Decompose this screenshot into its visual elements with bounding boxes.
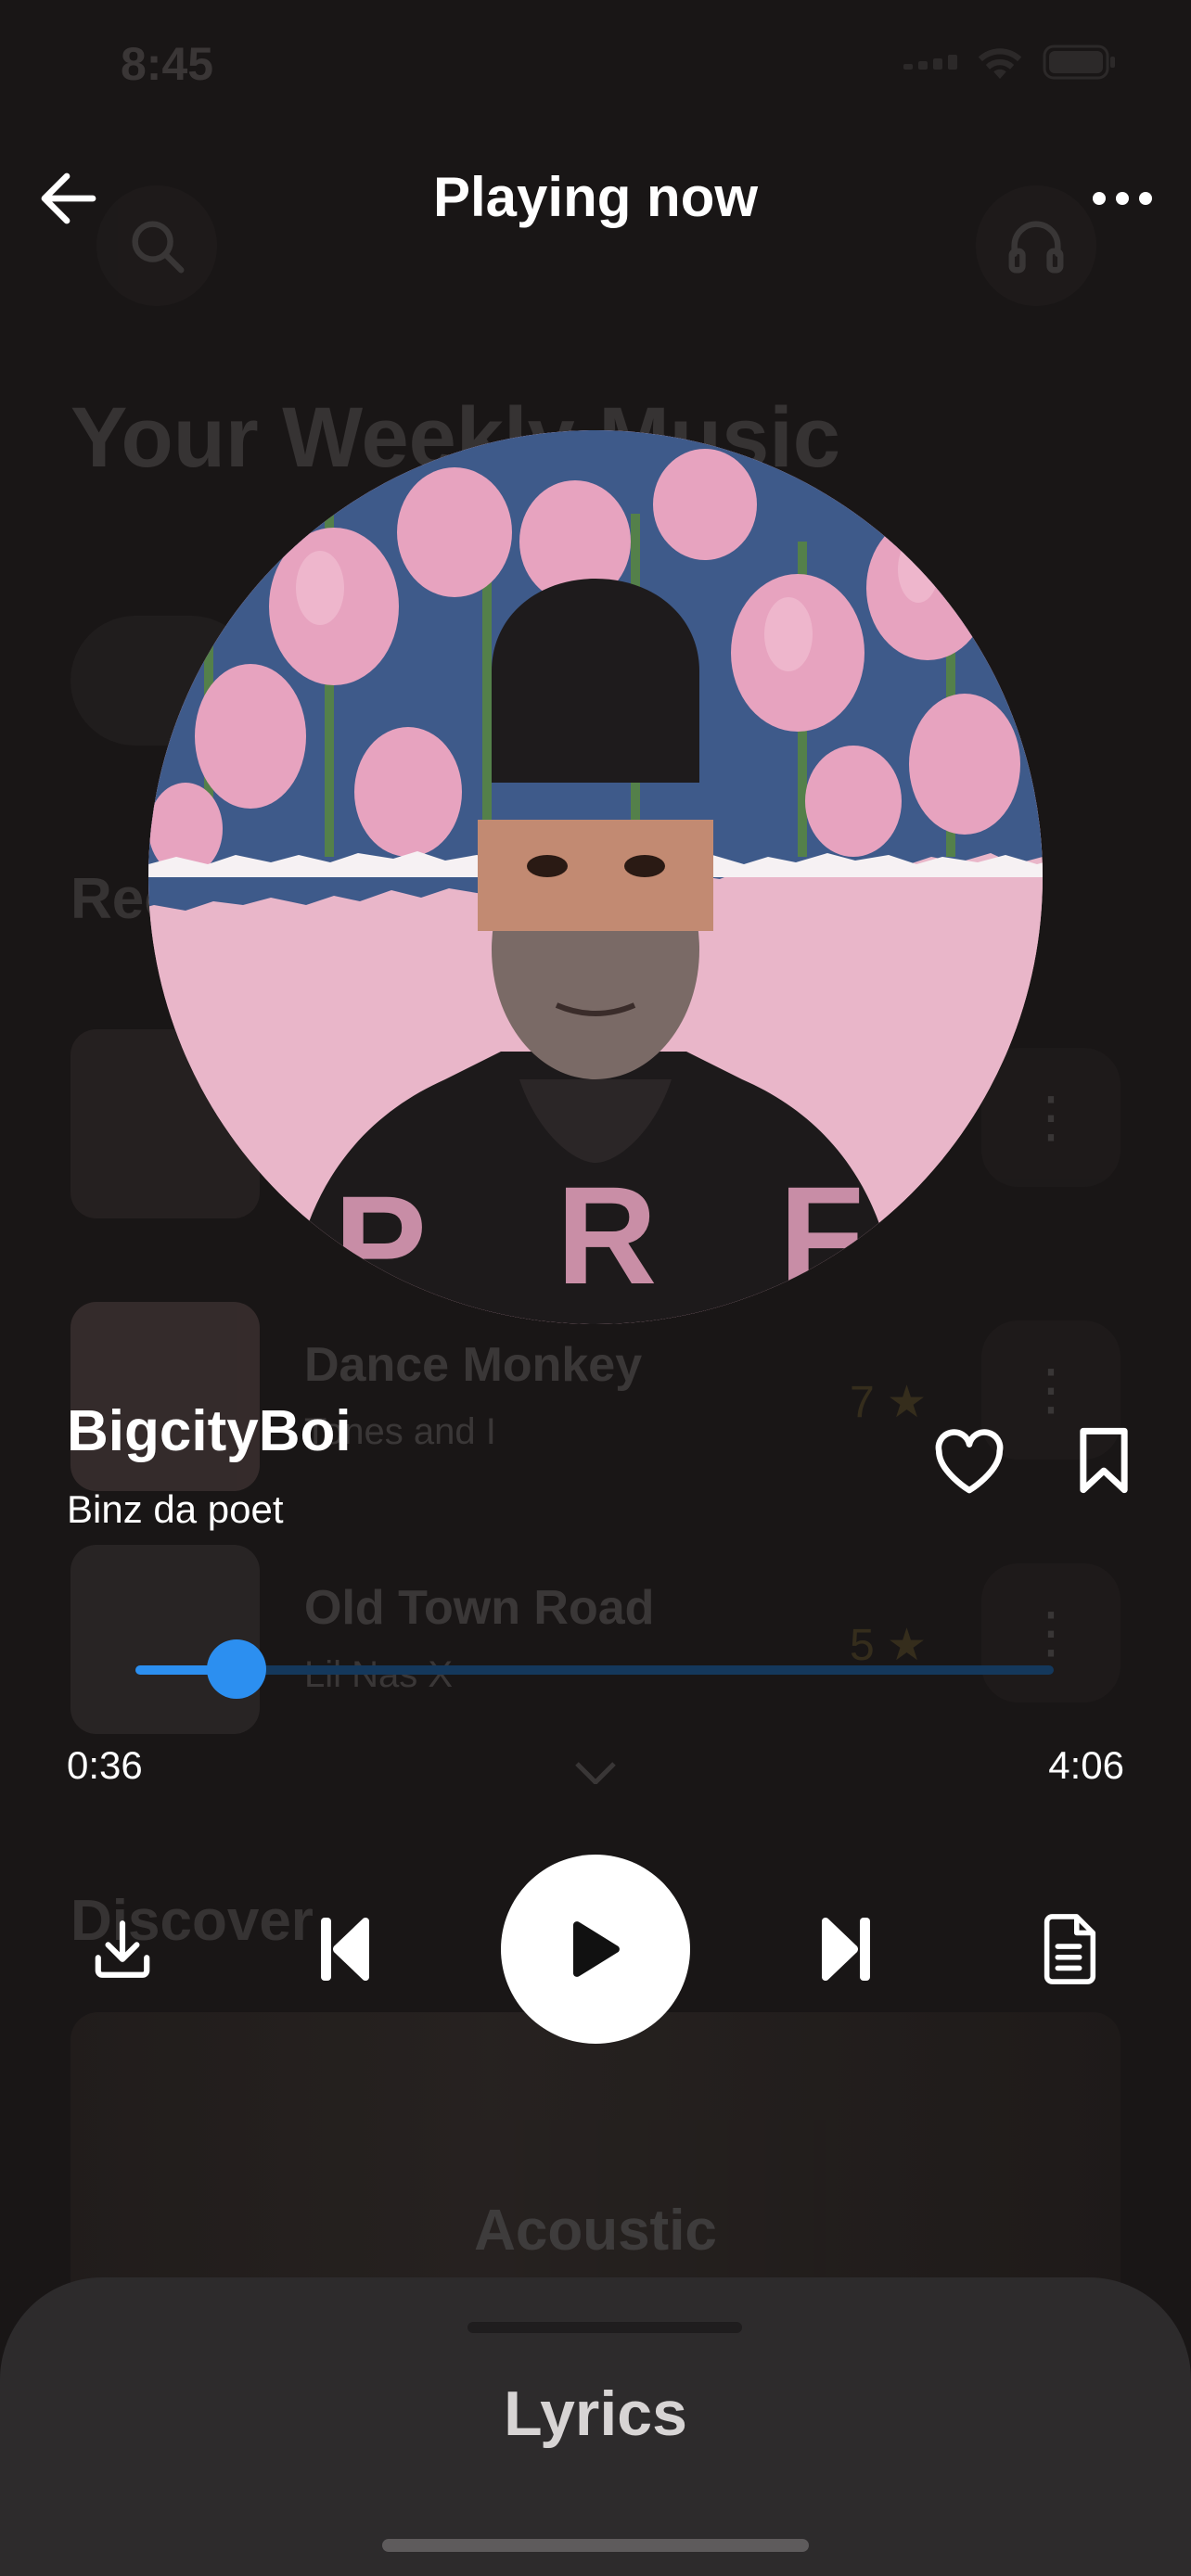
track-title: BigcityBoi: [67, 1399, 352, 1463]
svg-text:R: R: [557, 1157, 657, 1313]
rating-value: 5: [850, 1621, 875, 1670]
status-time: 8:45: [121, 38, 214, 90]
more-options-button[interactable]: [1085, 163, 1159, 234]
progress-slider[interactable]: [135, 1639, 1054, 1699]
next-button[interactable]: [809, 1910, 881, 1988]
svg-text:F: F: [779, 1157, 864, 1313]
chevron-down-icon: [575, 1762, 616, 1784]
skip-previous-icon: [321, 1918, 369, 1981]
status-icons: [903, 45, 1117, 80]
battery-icon: [1043, 45, 1115, 80]
elapsed-time: 0:36: [67, 1743, 143, 1787]
previous-button[interactable]: [310, 1910, 382, 1988]
progress-track: [135, 1665, 1054, 1675]
total-time: 4:06: [1048, 1743, 1124, 1787]
download-icon: [95, 1920, 150, 1978]
progress-thumb[interactable]: [206, 1639, 266, 1699]
more-vertical-icon: ⋮: [981, 1563, 1121, 1702]
album-cover-image: P R F: [148, 430, 1043, 1324]
background-row-title: Old Town Road: [304, 1581, 655, 1635]
rating-value: 7: [850, 1378, 875, 1427]
background-row-rating: 7 ★: [850, 1376, 927, 1428]
svg-text:P: P: [334, 1167, 427, 1322]
wifi-icon: [978, 48, 1022, 79]
background-banner-label: Acoustic: [474, 2199, 717, 2263]
heart-icon: [935, 1429, 1004, 1494]
album-art: P R F: [148, 430, 1043, 1324]
page-title: Playing now: [432, 166, 759, 228]
download-button[interactable]: [83, 1910, 161, 1988]
skip-next-icon: [822, 1918, 870, 1981]
header: Playing now: [0, 148, 1191, 250]
lyrics-button[interactable]: [1031, 1910, 1106, 1988]
star-icon: ★: [887, 1621, 928, 1670]
play-button[interactable]: [501, 1855, 690, 2044]
status-bar: 8:45: [0, 0, 1191, 130]
track-artist: Binz da poet: [67, 1487, 284, 1531]
home-indicator: [382, 2539, 809, 2552]
background-row-rating: 5 ★: [850, 1619, 927, 1671]
lyrics-sheet[interactable]: Lyrics: [0, 2277, 1191, 2576]
bookmark-icon: [1080, 1427, 1128, 1494]
play-icon: [573, 1921, 620, 1977]
star-icon: ★: [887, 1378, 928, 1427]
like-button[interactable]: [928, 1421, 1011, 1502]
background-row-subtitle: Lil Nas X: [304, 1654, 454, 1695]
now-playing-screen: Your Weekly Music Rec ⋮ Dance Monkey Ton…: [0, 0, 1191, 2576]
sheet-drag-handle[interactable]: [467, 2322, 742, 2333]
lyrics-sheet-title: Lyrics: [504, 2378, 687, 2449]
signal-icon: [903, 55, 957, 70]
bookmark-button[interactable]: [1065, 1419, 1143, 1502]
more-vertical-icon: ⋮: [981, 1048, 1121, 1187]
background-row-title: Dance Monkey: [304, 1338, 643, 1392]
document-icon: [1044, 1914, 1096, 1984]
more-horizontal-icon: [1093, 192, 1152, 205]
